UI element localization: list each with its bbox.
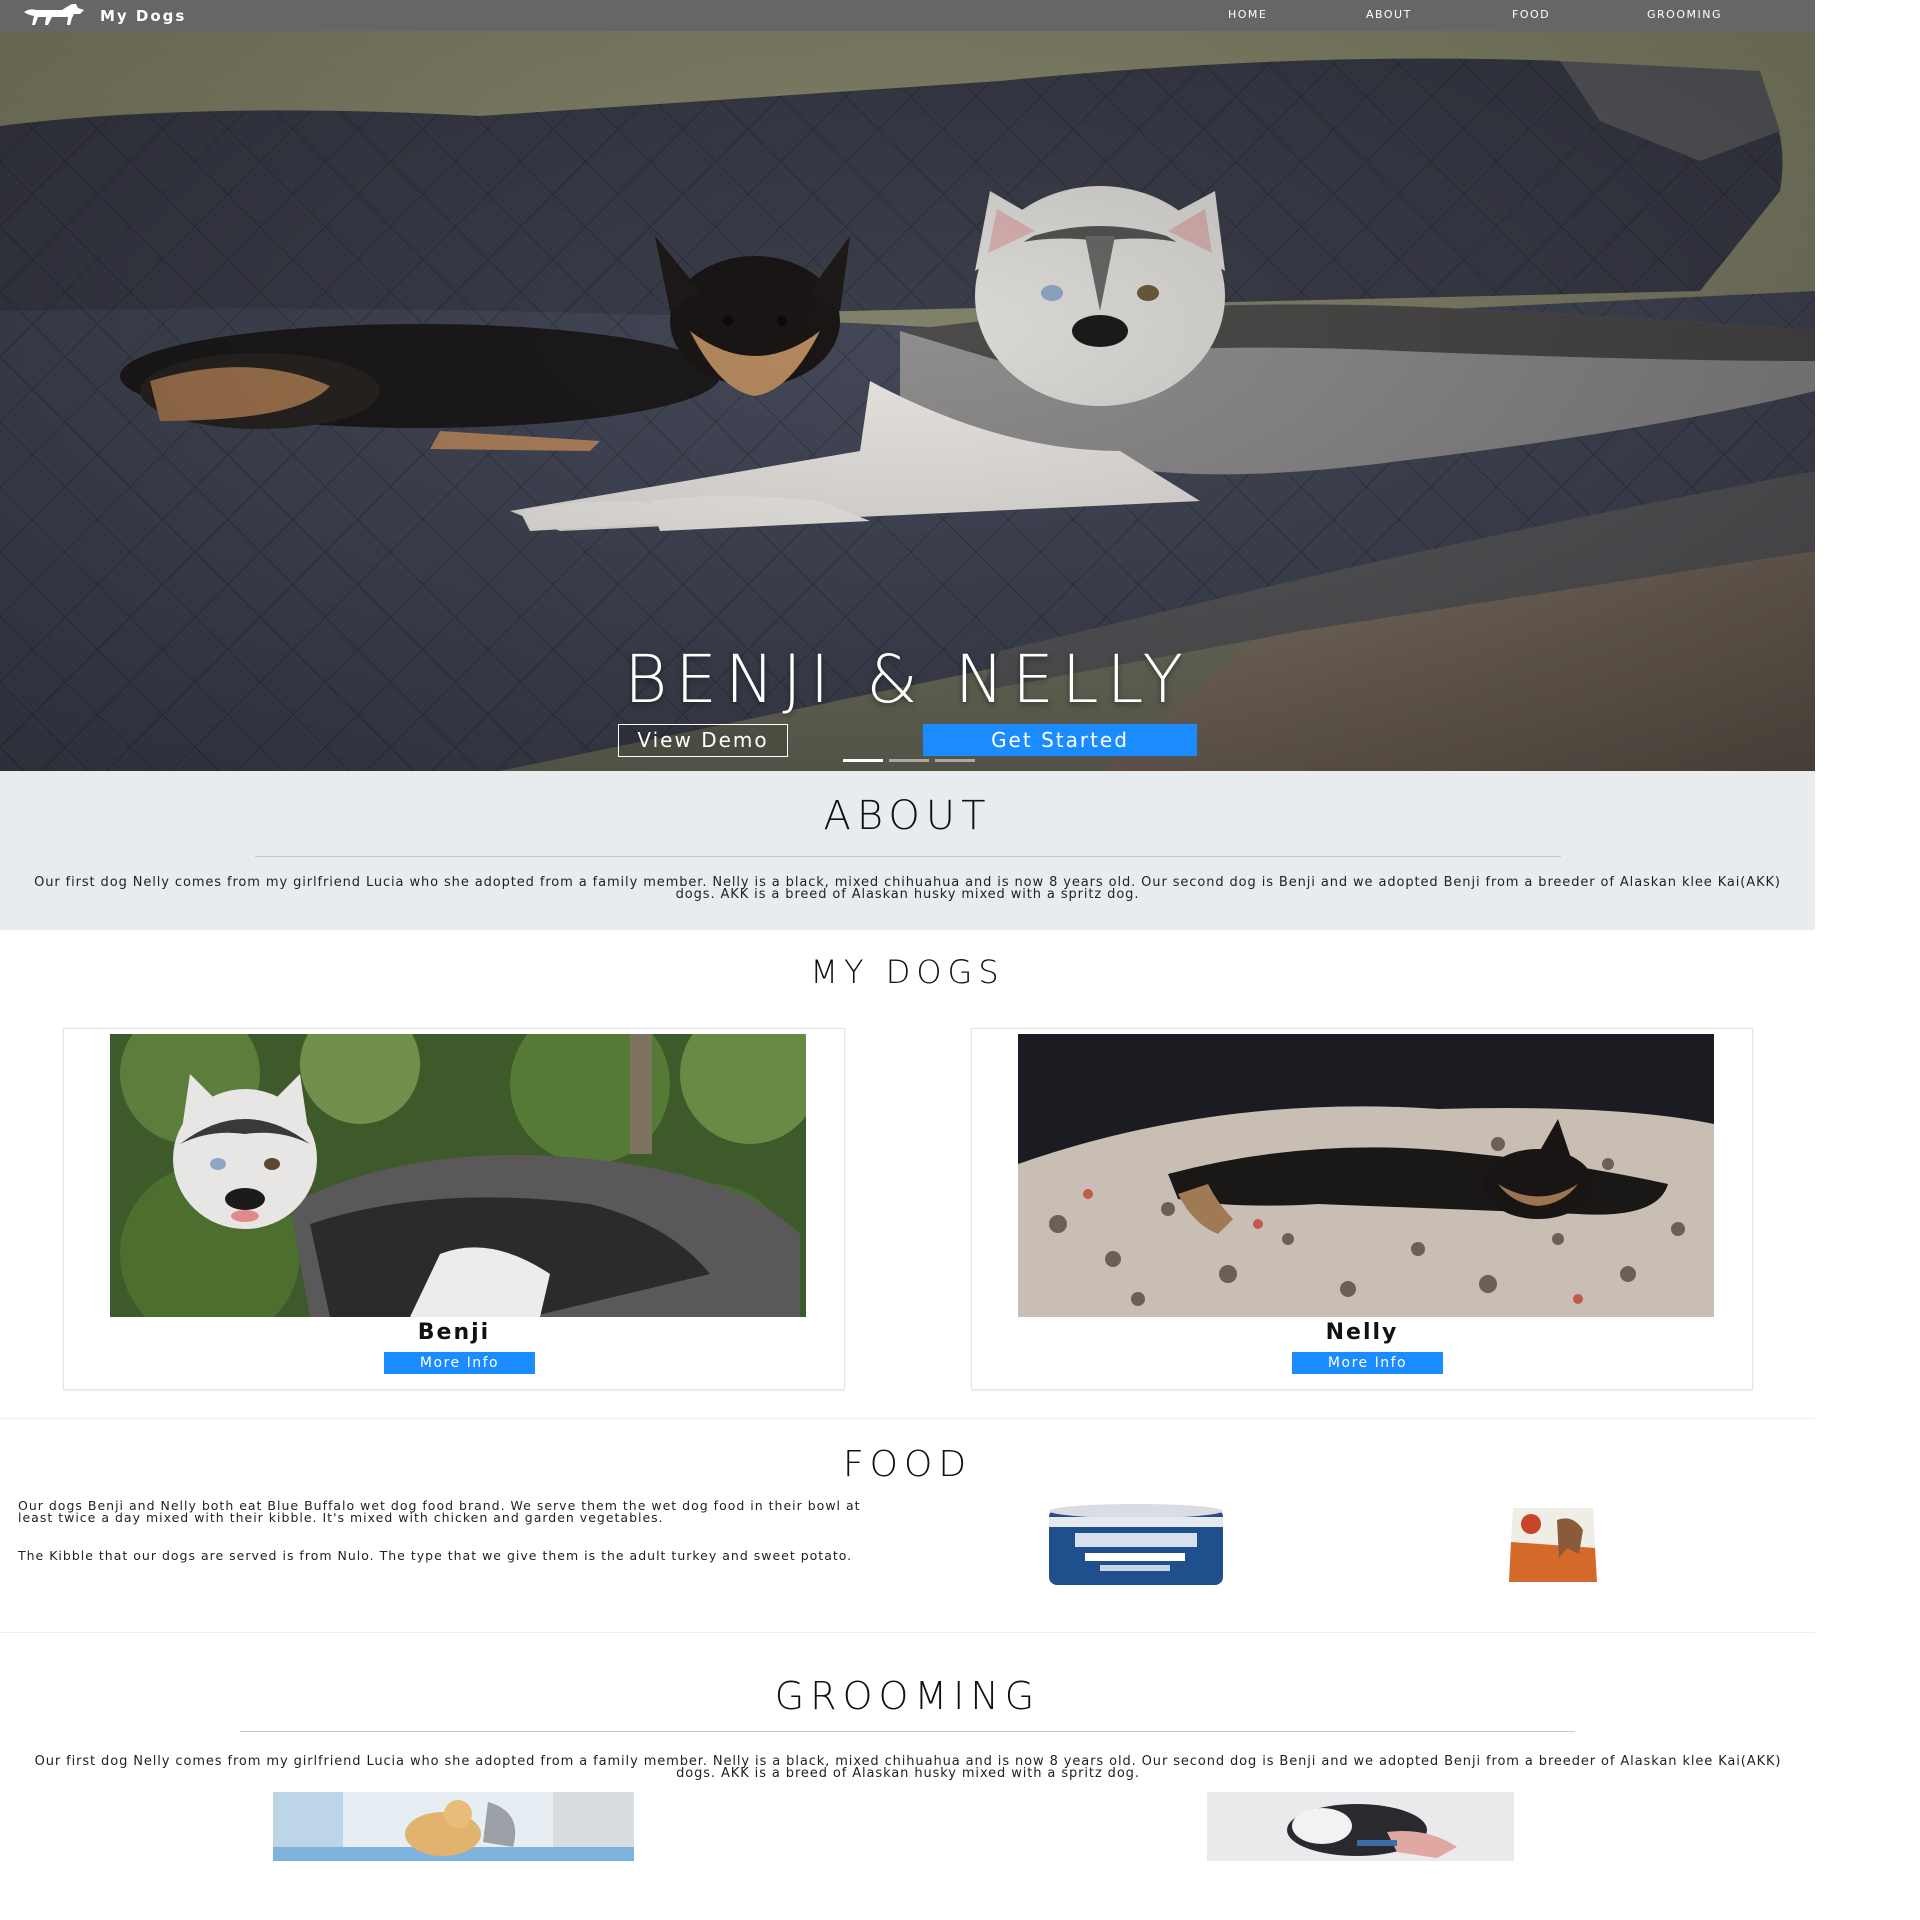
dog-card-name: Nelly: [1325, 1320, 1399, 1345]
benji-photo: [110, 1034, 806, 1317]
about-text: Our first dog Nelly comes from my girlfr…: [34, 875, 1781, 902]
benji-more-info-button[interactable]: More Info: [384, 1352, 535, 1374]
grooming-photo-2: [1207, 1792, 1514, 1861]
nav-link-about[interactable]: ABOUT: [1366, 8, 1412, 21]
nav-link-home[interactable]: HOME: [1228, 8, 1267, 21]
carousel-indicator-3[interactable]: [935, 759, 975, 762]
view-demo-button[interactable]: View Demo: [618, 724, 788, 757]
brand-name: My Dogs: [100, 7, 187, 25]
food-paragraph-1: Our dogs Benji and Nelly both eat Blue B…: [18, 1498, 861, 1525]
grooming-text: Our first dog Nelly comes from my girlfr…: [34, 1754, 1782, 1781]
food-title: FOOD: [842, 1444, 973, 1485]
dog-silhouette-icon: [22, 2, 86, 30]
nulo-kibble-bag-image: [1509, 1508, 1597, 1582]
carousel-indicator-2[interactable]: [889, 759, 929, 762]
dogs-title: MY DOGS: [810, 953, 1005, 991]
navbar: My Dogs HOME ABOUT FOOD GROOMING: [0, 0, 1815, 31]
grooming-photo-1: [273, 1792, 634, 1861]
nelly-more-info-button[interactable]: More Info: [1292, 1352, 1443, 1374]
hero-title: BENJI & NELLY: [624, 641, 1191, 718]
about-title: ABOUT: [823, 793, 992, 839]
nelly-photo: [1018, 1034, 1714, 1317]
section-divider: [0, 1418, 1815, 1419]
get-started-button[interactable]: Get Started: [923, 724, 1197, 756]
hero-carousel: BENJI & NELLY View Demo Get Started: [0, 31, 1815, 771]
blue-buffalo-can-image: [1049, 1504, 1223, 1585]
dog-card-nelly: Nelly More Info: [971, 1028, 1753, 1390]
carousel-indicator-1[interactable]: [843, 759, 883, 762]
nav-link-grooming[interactable]: GROOMING: [1647, 8, 1722, 21]
about-divider: [255, 856, 1561, 857]
grooming-divider: [240, 1731, 1575, 1732]
carousel-indicators: [843, 759, 975, 762]
dog-card-name: Benji: [417, 1320, 491, 1345]
food-paragraph-2: The Kibble that our dogs are served is f…: [18, 1548, 853, 1563]
brand[interactable]: My Dogs: [22, 3, 186, 29]
about-section: ABOUT Our first dog Nelly comes from my …: [0, 771, 1815, 930]
section-divider: [0, 1632, 1815, 1633]
grooming-title: GROOMING: [774, 1674, 1041, 1718]
nav-link-food[interactable]: FOOD: [1512, 8, 1550, 21]
dog-card-benji: Benji More Info: [63, 1028, 845, 1390]
